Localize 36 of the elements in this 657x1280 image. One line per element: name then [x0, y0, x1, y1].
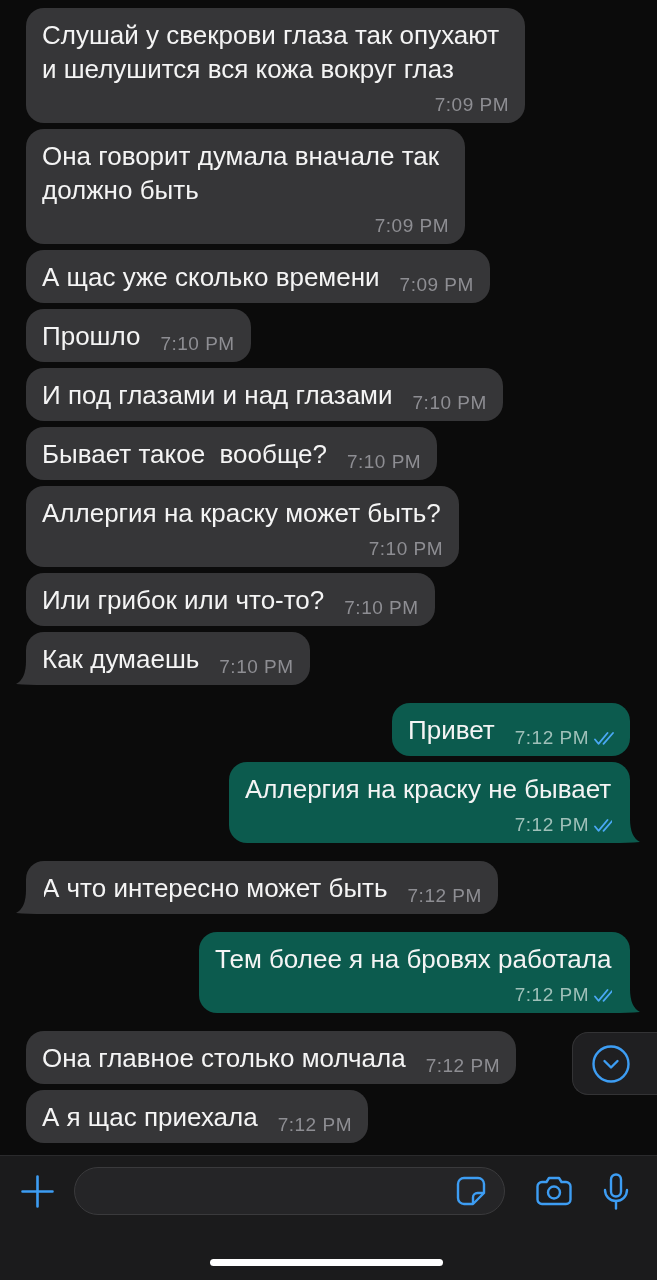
message-text: Привет — [408, 714, 495, 747]
message-time: 7:09 PM — [434, 96, 509, 114]
message-input[interactable] — [74, 1167, 505, 1215]
message-time: 7:12 PM — [514, 986, 589, 1004]
message-text: Слушай у свекрови глаза так опухают и шелушится вся кожа вокруг глаз — [42, 19, 501, 86]
message-text: Бывает такое вообще? — [42, 438, 327, 471]
message-time: 7:12 PM — [425, 1057, 500, 1075]
message-text: Аллергия на краску не бывает — [245, 773, 612, 806]
message-text: Тем более я на бровях работала — [215, 943, 612, 976]
message-time: 7:09 PM — [374, 217, 449, 235]
message-time: 7:10 PM — [412, 394, 487, 412]
message-text: Аллергия на краску может быть? — [42, 497, 441, 530]
message-text: А я щас приехала — [42, 1101, 258, 1134]
microphone-icon[interactable] — [603, 1172, 629, 1210]
plus-icon[interactable] — [21, 1174, 54, 1208]
message-text: И под глазами и над глазами — [42, 379, 393, 412]
message-text: Как думаешь — [42, 643, 200, 676]
message-time: 7:10 PM — [219, 658, 294, 676]
message-time: 7:10 PM — [346, 453, 422, 471]
message-text: Она главное столько молчала — [42, 1042, 406, 1075]
message-time: 7:10 PM — [344, 599, 419, 617]
message-text: Прошло — [42, 320, 141, 353]
message-time: 7:09 PM — [399, 276, 474, 294]
message-text: А щас уже сколько времени — [42, 261, 380, 294]
message-time: 7:10 PM — [368, 540, 443, 558]
message-time: 7:12 PM — [514, 729, 589, 747]
sticker-icon[interactable] — [456, 1176, 486, 1206]
message-time: 7:12 PM — [277, 1116, 352, 1134]
message-time: 7:10 PM — [160, 335, 235, 353]
message-time: 7:12 PM — [407, 887, 482, 905]
scroll-down-button[interactable] — [572, 1032, 657, 1095]
message-text: Она говорит думала вначале так должно быть — [42, 140, 441, 207]
message-text: Или грибок или что-то? — [42, 584, 325, 617]
chevron-down-icon — [592, 1044, 630, 1083]
camera-icon[interactable] — [536, 1176, 572, 1206]
message-time: 7:12 PM — [514, 816, 589, 834]
